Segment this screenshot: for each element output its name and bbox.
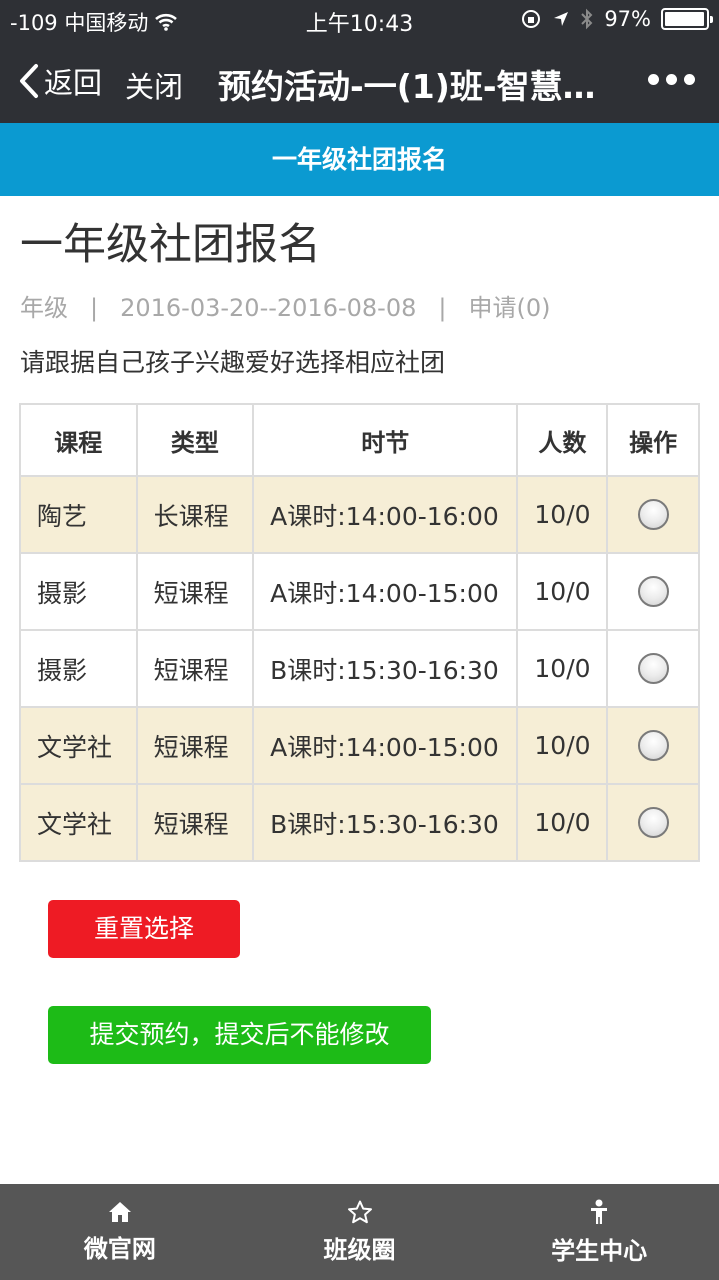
type-cell: 短课程 [135, 783, 255, 862]
count-cell: 10/0 [516, 475, 609, 554]
header-count: 人数 [516, 403, 609, 477]
meta-separator: | [90, 294, 99, 322]
count-cell: 10/0 [516, 783, 609, 862]
action-cell [606, 706, 700, 785]
header-course: 课程 [19, 403, 138, 477]
meta-line: 年级 | 2016-03-20--2016-08-08 | 申请(0) [20, 288, 550, 323]
home-icon [108, 1201, 131, 1222]
session-cell: A课时:14:00-15:00 [252, 706, 519, 785]
type-cell: 短课程 [135, 629, 255, 708]
count-cell: 10/0 [516, 552, 609, 631]
course-cell: 陶艺 [19, 475, 138, 554]
nav-title: 预约活动-一(1)班-智慧… [218, 67, 596, 106]
type-cell: 长课程 [135, 475, 255, 554]
meta-separator: | [438, 294, 447, 322]
more-dot-icon [684, 74, 695, 85]
course-cell: 摄影 [19, 552, 138, 631]
more-dot-icon [648, 74, 659, 85]
more-menu-button[interactable] [648, 74, 695, 85]
tab-label: 微官网 [83, 1234, 156, 1263]
back-label: 返回 [44, 66, 103, 100]
person-icon [591, 1199, 608, 1224]
bottom-tab-bar: 微官网 班级圈 学生中心 [0, 1184, 719, 1280]
session-cell: A课时:14:00-15:00 [252, 552, 519, 631]
banner-title: 一年级社团报名 [0, 123, 719, 196]
back-button[interactable]: 返回 [18, 60, 102, 102]
count-cell: 10/0 [516, 706, 609, 785]
course-table: 课程 类型 时节 人数 操作 陶艺 长课程 A课时:14:00-16:00 10… [19, 403, 700, 862]
reset-selection-button[interactable]: 重置选择 [48, 900, 240, 958]
select-radio[interactable] [637, 653, 669, 685]
table-row: 文学社 短课程 A课时:14:00-15:00 10/0 [19, 706, 700, 785]
type-cell: 短课程 [135, 706, 255, 785]
table-row: 摄影 短课程 A课时:14:00-15:00 10/0 [19, 552, 700, 631]
header-session: 时节 [252, 403, 519, 477]
table-header-row: 课程 类型 时节 人数 操作 [19, 403, 700, 477]
more-dot-icon [666, 74, 677, 85]
header-type: 类型 [135, 403, 255, 477]
select-radio[interactable] [637, 730, 669, 762]
course-cell: 摄影 [19, 629, 138, 708]
applications-count: 申请(0) [468, 294, 551, 322]
select-radio[interactable] [637, 576, 669, 608]
header-action: 操作 [606, 403, 700, 477]
action-cell [606, 475, 700, 554]
top-bar: -109 中国移动 上午10:43 97% 返回 关闭 预约活动-一(1)班-智… [0, 0, 719, 123]
chevron-left-icon [20, 64, 38, 98]
description: 请跟据自己孩子兴趣爱好选择相应社团 [20, 348, 446, 377]
table-row: 陶艺 长课程 A课时:14:00-16:00 10/0 [19, 475, 700, 554]
tab-student-center[interactable]: 学生中心 [479, 1184, 719, 1280]
battery-percent: 97% [604, 7, 651, 31]
session-cell: B课时:15:30-16:30 [252, 783, 519, 862]
tab-label: 学生中心 [551, 1236, 648, 1265]
grade-label: 年级 [20, 294, 68, 322]
date-range: 2016-03-20--2016-08-08 [120, 294, 417, 322]
page-title: 一年级社团报名 [20, 220, 321, 270]
close-button[interactable]: 关闭 [125, 64, 183, 106]
type-cell: 短课程 [135, 552, 255, 631]
course-cell: 文学社 [19, 783, 138, 862]
select-radio[interactable] [637, 807, 669, 839]
tab-label: 班级圈 [323, 1235, 396, 1264]
star-icon [347, 1200, 372, 1223]
session-cell: A课时:14:00-16:00 [252, 475, 519, 554]
nav-bar: 返回 关闭 预约活动-一(1)班-智慧… [0, 40, 719, 123]
count-cell: 10/0 [516, 629, 609, 708]
action-cell [606, 552, 700, 631]
course-cell: 文学社 [19, 706, 138, 785]
tab-class-circle[interactable]: 班级圈 [240, 1184, 480, 1280]
select-radio[interactable] [637, 499, 669, 531]
bluetooth-icon [581, 8, 593, 30]
table-row: 摄影 短课程 B课时:15:30-16:30 10/0 [19, 629, 700, 708]
action-cell [606, 629, 700, 708]
battery-icon [661, 8, 713, 30]
location-icon [554, 12, 569, 26]
orientation-lock-icon [522, 10, 541, 28]
table-row: 文学社 短课程 B课时:15:30-16:30 10/0 [19, 783, 700, 862]
submit-booking-button[interactable]: 提交预约，提交后不能修改 [48, 1006, 431, 1064]
tab-micro-site[interactable]: 微官网 [0, 1184, 240, 1280]
action-cell [606, 783, 700, 862]
session-cell: B课时:15:30-16:30 [252, 629, 519, 708]
status-bar: -109 中国移动 上午10:43 97% [0, 0, 719, 40]
